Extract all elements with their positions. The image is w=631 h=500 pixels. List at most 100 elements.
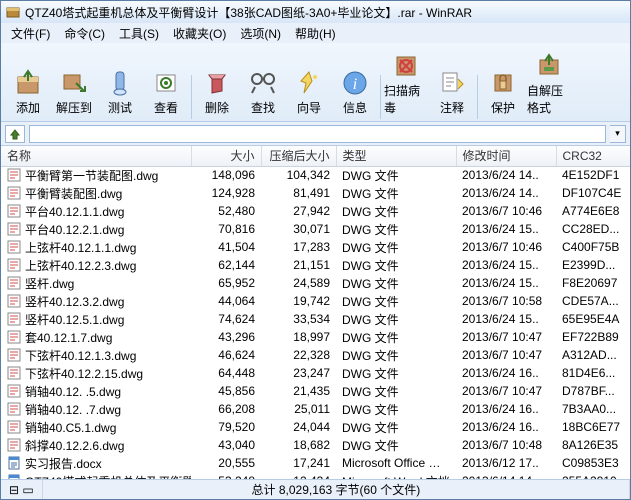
pathbar: ▾ (1, 122, 630, 146)
file-size: 43,296 (191, 328, 261, 346)
file-mtime: 2013/6/7 10:47 (456, 346, 556, 364)
file-type: DWG 文件 (336, 256, 456, 274)
toolbar-信息[interactable]: i 信息 (332, 64, 378, 119)
file-size: 64,448 (191, 364, 261, 382)
toolbar-保护[interactable]: 保护 (480, 64, 526, 119)
menubar: 文件(F) 命令(C) 工具(S) 收藏夹(O) 选项(N) 帮助(H) (1, 23, 630, 43)
toolbar-查找[interactable]: 查找 (240, 64, 286, 119)
toolbar-icon (436, 67, 468, 99)
file-mtime: 2013/6/24 16.. (456, 400, 556, 418)
statusbar: ⊟ ▭ 总计 8,029,163 字节(60 个文件) (1, 479, 630, 499)
menu-options[interactable]: 选项(N) (234, 23, 287, 44)
file-packed: 81,491 (261, 184, 336, 202)
file-type: DWG 文件 (336, 202, 456, 220)
table-row[interactable]: 实习报告.docx20,55517,241Microsoft Office Wo… (1, 454, 630, 472)
table-row[interactable]: 平衡臂第一节装配图.dwg148,096104,342DWG 文件2013/6/… (1, 166, 630, 184)
col-type[interactable]: 类型 (336, 146, 456, 166)
toolbar-删除[interactable]: 删除 (194, 64, 240, 119)
menu-favorites[interactable]: 收藏夹(O) (167, 23, 232, 44)
table-row[interactable]: 下弦杆40.12.1.3.dwg46,62422,328DWG 文件2013/6… (1, 346, 630, 364)
file-icon (7, 276, 21, 290)
toolbar-扫描病毒[interactable]: 扫描病毒 (383, 47, 429, 119)
file-size: 62,144 (191, 256, 261, 274)
file-packed: 12,434 (261, 472, 336, 479)
table-row[interactable]: 销轴40.C5.1.dwg79,52024,044DWG 文件2013/6/24… (1, 418, 630, 436)
file-name: 平台40.12.2.1.dwg (25, 221, 124, 238)
table-row[interactable]: 竖杆40.12.5.1.dwg74,62433,534DWG 文件2013/6/… (1, 310, 630, 328)
table-row[interactable]: 斜撑40.12.2.6.dwg43,04018,682DWG 文件2013/6/… (1, 436, 630, 454)
toolbar-注释[interactable]: 注释 (429, 64, 475, 119)
table-row[interactable]: 平台40.12.2.1.dwg70,81630,071DWG 文件2013/6/… (1, 220, 630, 238)
file-name: 销轴40.12. .5.dwg (25, 383, 121, 400)
toolbar-icon (150, 67, 182, 99)
col-crc[interactable]: CRC32 (556, 146, 630, 166)
menu-help[interactable]: 帮助(H) (289, 23, 342, 44)
toolbar-label: 扫描病毒 (384, 82, 428, 116)
table-row[interactable]: QTZ40塔式起重机总体及平衡臂设计开题报告.doc53,24812,434Mi… (1, 472, 630, 479)
file-list[interactable]: 名称 大小 压缩后大小 类型 修改时间 CRC32 平衡臂第一节装配图.dwg1… (1, 146, 630, 479)
file-type: DWG 文件 (336, 346, 456, 364)
file-icon (7, 204, 21, 218)
file-crc: CDE57A... (556, 292, 630, 310)
file-mtime: 2013/6/24 15.. (456, 256, 556, 274)
toolbar-解压到[interactable]: 解压到 (51, 64, 97, 119)
file-size: 53,248 (191, 472, 261, 479)
toolbar-查看[interactable]: 查看 (143, 64, 189, 119)
toolbar-icon (247, 67, 279, 99)
file-mtime: 2013/6/24 16.. (456, 364, 556, 382)
table-row[interactable]: 销轴40.12. .5.dwg45,85621,435DWG 文件2013/6/… (1, 382, 630, 400)
status-left: ⊟ ▭ (1, 480, 43, 499)
file-crc: 255A2910 (556, 472, 630, 479)
svg-text:i: i (353, 76, 357, 93)
table-row[interactable]: 销轴40.12. .7.dwg66,20825,011DWG 文件2013/6/… (1, 400, 630, 418)
menu-tools[interactable]: 工具(S) (113, 23, 165, 44)
path-input[interactable] (29, 125, 606, 143)
table-row[interactable]: 竖杆.dwg65,95224,589DWG 文件2013/6/24 15..F8… (1, 274, 630, 292)
file-icon (7, 366, 21, 380)
table-row[interactable]: 竖杆40.12.3.2.dwg44,06419,742DWG 文件2013/6/… (1, 292, 630, 310)
file-name: 竖杆40.12.5.1.dwg (25, 311, 124, 328)
file-type: DWG 文件 (336, 418, 456, 436)
file-mtime: 2013/6/24 15.. (456, 274, 556, 292)
file-crc: A312AD... (556, 346, 630, 364)
file-packed: 33,534 (261, 310, 336, 328)
file-mtime: 2013/6/24 14.. (456, 166, 556, 184)
file-crc: 18BC6E77 (556, 418, 630, 436)
toolbar-测试[interactable]: 测试 (97, 64, 143, 119)
file-type: DWG 文件 (336, 436, 456, 454)
table-row[interactable]: 平衡臂装配图.dwg124,92881,491DWG 文件2013/6/24 1… (1, 184, 630, 202)
table-row[interactable]: 平台40.12.1.1.dwg52,48027,942DWG 文件2013/6/… (1, 202, 630, 220)
file-icon (7, 312, 21, 326)
file-packed: 25,011 (261, 400, 336, 418)
table-row[interactable]: 套40.12.1.7.dwg43,29618,997DWG 文件2013/6/7… (1, 328, 630, 346)
file-type: DWG 文件 (336, 184, 456, 202)
up-button[interactable] (5, 125, 25, 143)
file-packed: 21,151 (261, 256, 336, 274)
menu-commands[interactable]: 命令(C) (58, 23, 111, 44)
toolbar-自解压格式[interactable]: 自解压格式 (526, 47, 572, 119)
file-size: 79,520 (191, 418, 261, 436)
path-dropdown[interactable]: ▾ (610, 125, 626, 143)
table-row[interactable]: 上弦杆40.12.1.1.dwg41,50417,283DWG 文件2013/6… (1, 238, 630, 256)
col-mtime[interactable]: 修改时间 (456, 146, 556, 166)
toolbar-icon (58, 67, 90, 99)
toolbar-label: 添加 (16, 99, 40, 116)
file-crc: 81D4E6... (556, 364, 630, 382)
col-name[interactable]: 名称 (1, 146, 191, 166)
file-name: 下弦杆40.12.2.15.dwg (25, 365, 143, 382)
col-size[interactable]: 大小 (191, 146, 261, 166)
table-row[interactable]: 上弦杆40.12.2.3.dwg62,14421,151DWG 文件2013/6… (1, 256, 630, 274)
toolbar-添加[interactable]: 添加 (5, 64, 51, 119)
file-mtime: 2013/6/24 14.. (456, 184, 556, 202)
toolbar-label: 信息 (343, 99, 367, 116)
toolbar-向导[interactable]: 向导 (286, 64, 332, 119)
file-crc: F8E20697 (556, 274, 630, 292)
file-crc: C400F75B (556, 238, 630, 256)
menu-file[interactable]: 文件(F) (5, 23, 56, 44)
table-row[interactable]: 下弦杆40.12.2.15.dwg64,44823,247DWG 文件2013/… (1, 364, 630, 382)
file-mtime: 2013/6/7 10:46 (456, 238, 556, 256)
file-icon (7, 348, 21, 362)
file-packed: 27,942 (261, 202, 336, 220)
col-packed[interactable]: 压缩后大小 (261, 146, 336, 166)
file-name: 斜撑40.12.2.6.dwg (25, 437, 124, 454)
